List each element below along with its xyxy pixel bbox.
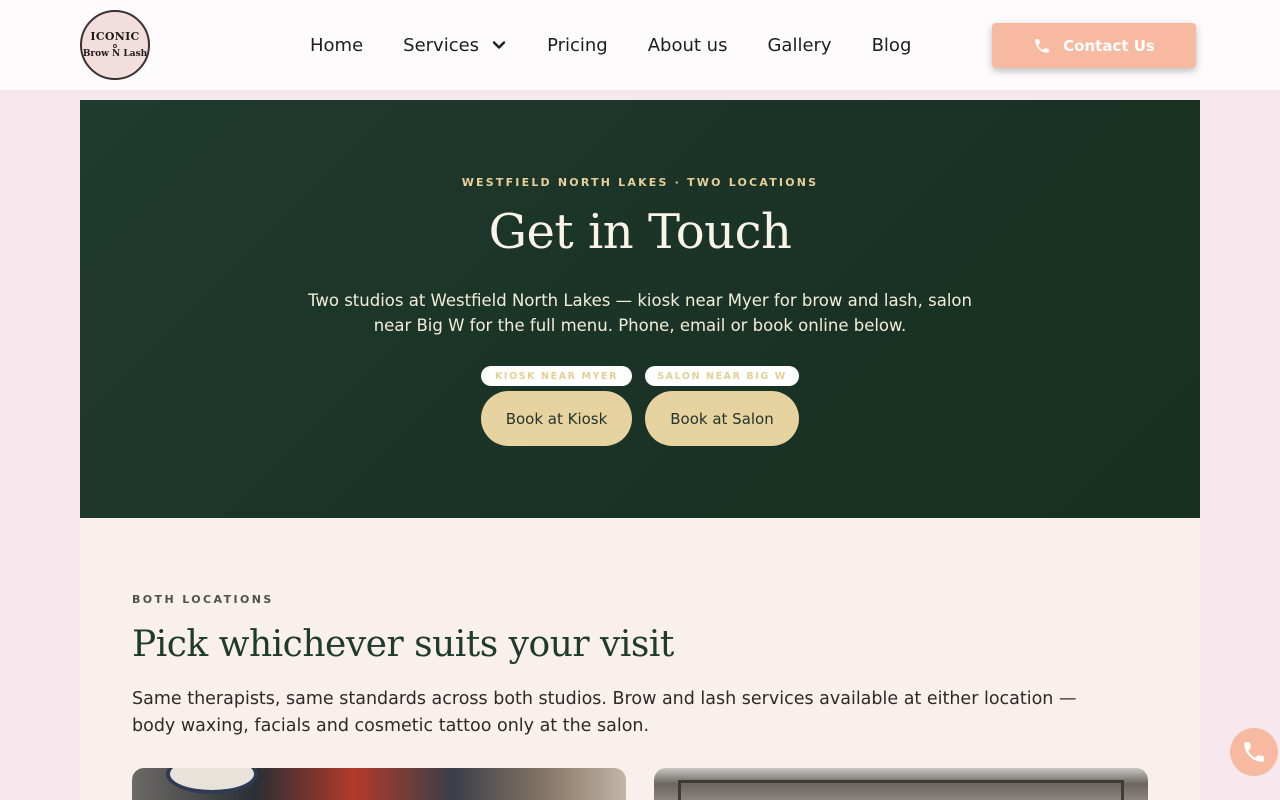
chevron-down-icon[interactable] xyxy=(491,37,507,53)
brand-logo[interactable]: ICONIC Brow N Lash xyxy=(80,10,150,80)
nav-item-home[interactable]: Home xyxy=(310,35,363,56)
page-title: Get in Touch xyxy=(488,204,792,260)
location-salon: SALON NEAR BIG W Book at Salon xyxy=(645,366,799,446)
hero-section: WESTFIELD NORTH LAKES · TWO LOCATIONS Ge… xyxy=(80,100,1200,518)
nav-item-pricing[interactable]: Pricing xyxy=(547,35,608,56)
nav-item-services[interactable]: Services xyxy=(403,35,507,56)
phone-icon xyxy=(1241,739,1267,765)
locations-section: BOTH LOCATIONS Pick whichever suits your… xyxy=(80,518,1200,800)
location-kiosk: KIOSK NEAR MYER Book at Kiosk xyxy=(481,366,632,446)
location-tag-kiosk: KIOSK NEAR MYER xyxy=(481,366,632,386)
floating-call-button[interactable] xyxy=(1230,728,1278,776)
nav-item-label: Home xyxy=(310,34,364,56)
nav-item-label: Blog xyxy=(871,34,912,56)
contact-us-button[interactable]: Contact Us xyxy=(992,23,1196,68)
section-title: Pick whichever suits your visit xyxy=(132,624,674,665)
main-nav: Home Services Pricing About us Gallery B… xyxy=(310,0,951,90)
hero-eyebrow: WESTFIELD NORTH LAKES · TWO LOCATIONS xyxy=(461,176,819,189)
book-kiosk-button[interactable]: Book at Kiosk xyxy=(481,391,632,446)
nav-item-label: Gallery xyxy=(767,34,832,56)
section-eyebrow: BOTH LOCATIONS xyxy=(132,593,274,606)
kiosk-sign-image xyxy=(166,768,258,794)
contact-us-label: Contact Us xyxy=(1063,36,1155,55)
nav-item-label: Services xyxy=(403,34,480,56)
site-header: ICONIC Brow N Lash Home Services Pricing… xyxy=(0,0,1280,90)
nav-item-label: About us xyxy=(647,34,728,56)
salon-frame-image xyxy=(678,780,1124,800)
nav-item-gallery[interactable]: Gallery xyxy=(767,35,831,56)
location-tag-salon: SALON NEAR BIG W xyxy=(645,366,799,386)
salon-photo xyxy=(654,768,1148,800)
nav-item-blog[interactable]: Blog xyxy=(872,35,912,56)
nav-item-about[interactable]: About us xyxy=(648,35,728,56)
section-description: Same therapists, same standards across b… xyxy=(132,689,1077,736)
hero-subtitle: Two studios at Westfield North Lakes — k… xyxy=(308,291,972,335)
book-salon-button[interactable]: Book at Salon xyxy=(645,391,799,446)
nav-item-label: Pricing xyxy=(547,34,608,56)
logo-text-primary: ICONIC xyxy=(90,30,140,43)
kiosk-photo xyxy=(132,768,626,800)
logo-dot-icon xyxy=(113,44,117,48)
phone-icon xyxy=(1033,37,1051,55)
logo-text-secondary: Brow N Lash xyxy=(82,49,148,59)
